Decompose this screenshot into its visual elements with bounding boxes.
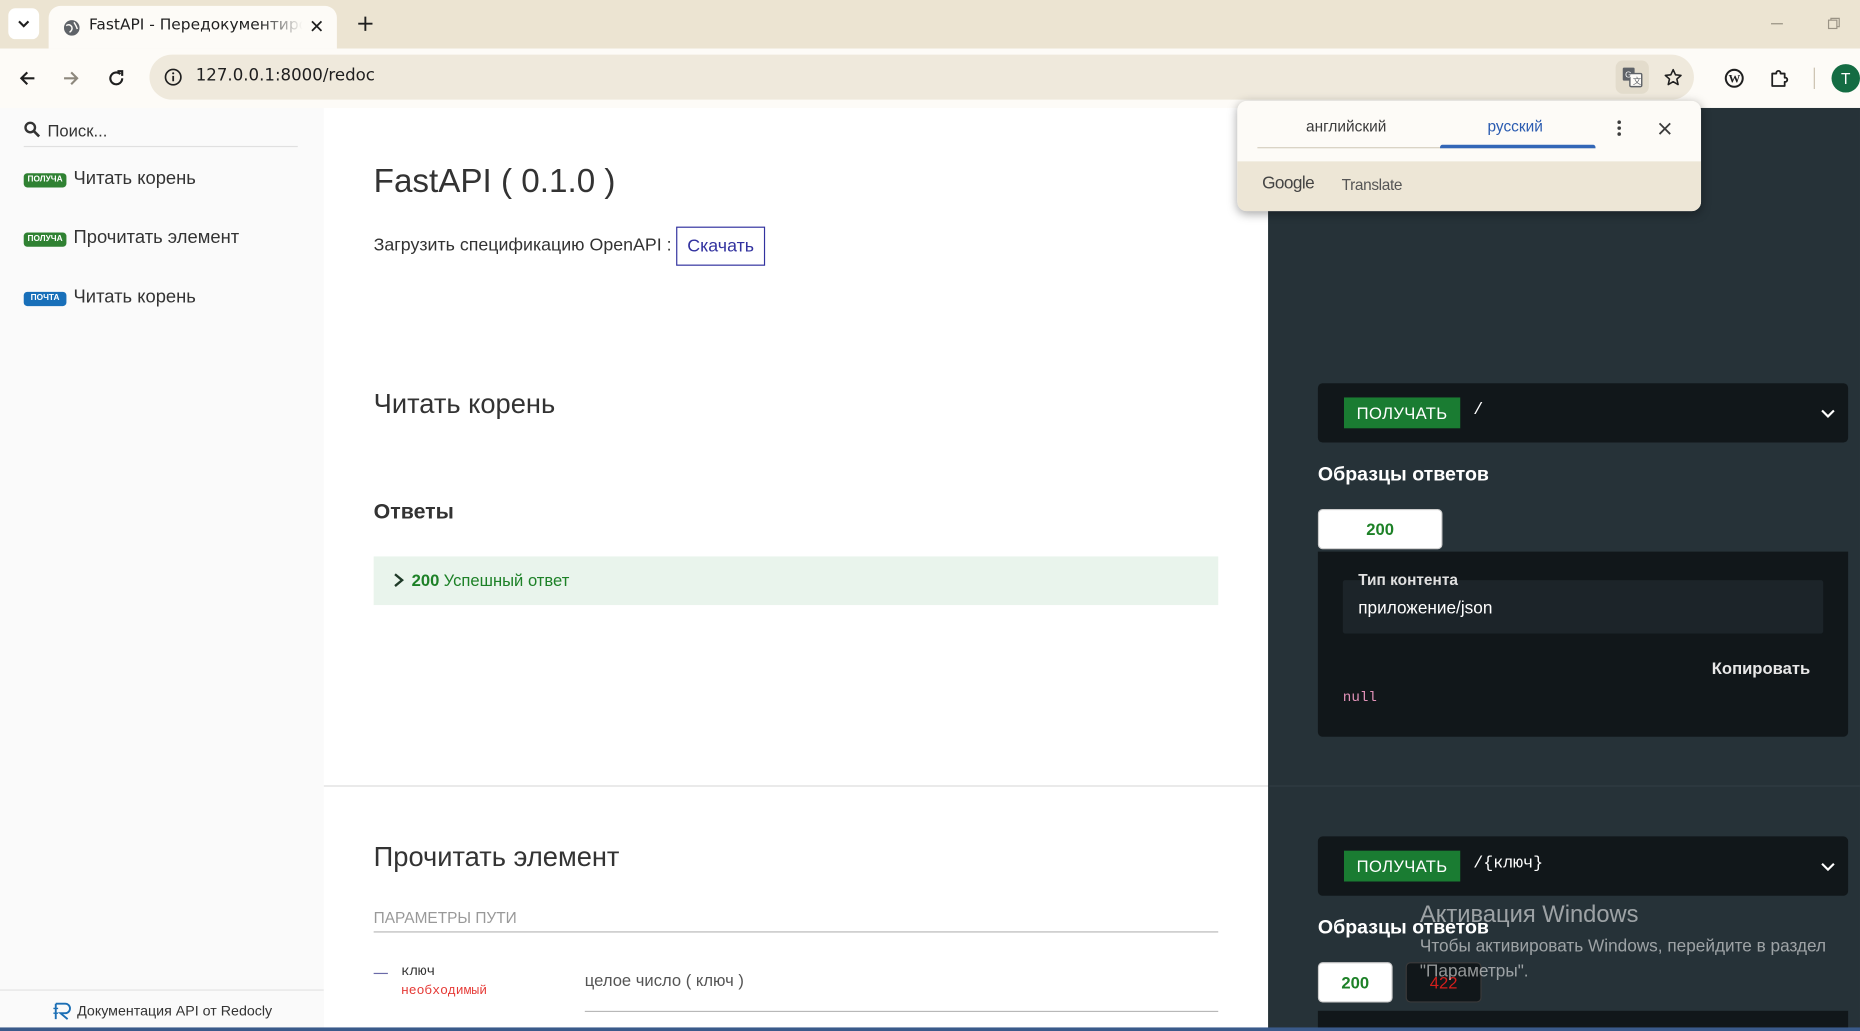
download-spec-button[interactable]: Скачать xyxy=(676,226,766,266)
chevron-down-icon xyxy=(1821,862,1835,872)
endpoint-toggle-item[interactable]: ПОЛУЧАТЬ /{ключ} xyxy=(1317,836,1849,896)
status-tab-200[interactable]: 200 xyxy=(1317,962,1393,1003)
endpoint-toggle-root[interactable]: ПОЛУЧАТЬ / xyxy=(1317,383,1849,443)
search-icon xyxy=(24,121,41,138)
search-input[interactable] xyxy=(47,118,291,143)
path-params-header: ПАРАМЕТРЫ ПУТИ xyxy=(373,909,1219,933)
panel-divider xyxy=(1268,785,1860,787)
api-content: FastAPI ( 0.1.0 ) Загрузить спецификацию… xyxy=(323,107,1269,1031)
endpoint-path: / xyxy=(1473,401,1484,420)
response-samples-title: Образцы ответов xyxy=(1317,917,1489,939)
status-tab-422[interactable]: 422 xyxy=(1405,962,1482,1003)
arrow-left-icon xyxy=(19,71,35,85)
plus-icon xyxy=(358,16,373,31)
google-brand: Google xyxy=(1262,174,1315,194)
tab-title: FastAPI - Передокументировать xyxy=(88,16,303,35)
translate-icon: G文 xyxy=(1622,67,1643,88)
sidebar-item-read-root-get[interactable]: ПОЛУЧА Читать корень xyxy=(23,168,309,196)
taskbar-edge xyxy=(0,1027,1860,1031)
bookmark-star-icon[interactable] xyxy=(1656,61,1689,94)
more-vert-icon[interactable] xyxy=(1606,115,1632,141)
copy-button[interactable]: Копировать xyxy=(1712,658,1810,677)
param-name: ключ xyxy=(400,963,436,980)
method-badge-post: ПОЧТА xyxy=(23,291,67,307)
endpoint-path: /{ключ} xyxy=(1473,854,1544,874)
responses-title: Ответы xyxy=(373,499,454,524)
chevron-down-icon xyxy=(18,20,30,28)
response-samples-title: Образцы ответов xyxy=(1317,463,1489,486)
toolbar-separator xyxy=(1813,67,1815,89)
section-divider xyxy=(323,785,1269,787)
download-spec-label: Загрузить спецификацию OpenAPI : xyxy=(373,234,672,256)
redoc-page: ПОЛУЧА Читать корень ПОЛУЧА Прочитать эл… xyxy=(0,107,1860,1031)
browser-toolbar: 127.0.0.1:8000/redoc G文 W T xyxy=(0,48,1860,108)
site-info-icon[interactable] xyxy=(159,63,187,91)
close-icon[interactable] xyxy=(1651,115,1677,141)
chevron-down-icon xyxy=(1821,409,1835,418)
response-code: 200 xyxy=(411,570,440,590)
translate-popup: английский русский Google Translate xyxy=(1237,100,1702,212)
operation-title: Читать корень xyxy=(373,387,556,419)
globe-icon xyxy=(60,17,81,38)
restore-icon xyxy=(1827,17,1840,30)
url-text: 127.0.0.1:8000/redoc xyxy=(195,66,375,86)
redocly-footer-text: Документация API от Redocly xyxy=(77,1002,273,1020)
response-description: Успешный ответ xyxy=(443,570,570,590)
sidebar-item-label: Читать корень xyxy=(73,287,196,308)
redocly-footer-link[interactable]: Документация API от Redocly xyxy=(0,989,324,1031)
svg-text:G: G xyxy=(1625,70,1631,80)
extension-wordpress-icon[interactable]: W xyxy=(1719,63,1750,94)
new-tab-button[interactable] xyxy=(351,9,379,37)
tab-search-button[interactable] xyxy=(8,8,40,40)
translate-popup-footer: Google Translate xyxy=(1237,161,1702,212)
content-type-value: приложение/json xyxy=(1358,599,1493,619)
param-divider xyxy=(584,1010,1219,1013)
samples-panel: ПОЛУЧАТЬ / Образцы ответов 200 Тип конте… xyxy=(1268,107,1860,1031)
api-title: FastAPI ( 0.1.0 ) xyxy=(373,162,616,200)
method-badge-get: ПОЛУЧА xyxy=(23,173,67,188)
param-tree-line xyxy=(373,972,388,975)
param-required-label: необходимый xyxy=(400,984,488,999)
address-bar[interactable]: 127.0.0.1:8000/redoc G文 xyxy=(149,54,1694,100)
source-language-tab[interactable]: английский xyxy=(1306,117,1386,135)
profile-avatar[interactable]: T xyxy=(1831,64,1860,93)
reload-button[interactable] xyxy=(101,63,132,94)
back-button[interactable] xyxy=(12,63,43,94)
sidebar-search xyxy=(23,117,298,148)
method-badge-get: ПОЛУЧА xyxy=(23,232,67,247)
window-minimize-button[interactable] xyxy=(1765,12,1789,36)
window-restore-button[interactable] xyxy=(1822,12,1846,36)
browser-tab-active[interactable]: FastAPI - Передокументировать xyxy=(48,5,337,49)
redocly-logo-icon xyxy=(53,1002,71,1020)
forward-button[interactable] xyxy=(56,63,87,94)
arrow-right-icon xyxy=(64,71,79,85)
svg-text:W: W xyxy=(1729,72,1741,86)
sidebar: ПОЛУЧА Читать корень ПОЛУЧА Прочитать эл… xyxy=(0,107,324,1031)
sidebar-item-read-root-post[interactable]: ПОЧТА Читать корень xyxy=(23,287,309,315)
chevron-right-icon xyxy=(394,573,404,588)
http-method-pill: ПОЛУЧАТЬ xyxy=(1343,850,1461,882)
sidebar-item-read-item-get[interactable]: ПОЛУЧА Прочитать элемент xyxy=(23,227,309,256)
http-method-pill: ПОЛУЧАТЬ xyxy=(1343,397,1461,429)
sidebar-item-label: Читать корень xyxy=(73,168,196,189)
sample-json-value: null xyxy=(1342,689,1377,706)
active-language-indicator xyxy=(1440,144,1596,149)
tab-close-icon[interactable] xyxy=(306,15,327,36)
sidebar-item-label: Прочитать элемент xyxy=(73,227,240,248)
minimize-icon xyxy=(1771,23,1783,25)
status-tab-200[interactable]: 200 xyxy=(1317,508,1443,550)
response-sample-box: Тип контента приложение/json Копировать … xyxy=(1317,551,1849,737)
content-type-label: Тип контента xyxy=(1358,570,1458,589)
extensions-puzzle-icon[interactable] xyxy=(1764,63,1795,94)
target-language-tab[interactable]: русский xyxy=(1488,117,1543,135)
reload-icon xyxy=(109,70,124,86)
svg-text:文: 文 xyxy=(1633,76,1642,86)
param-type: целое число ( ключ ) xyxy=(584,970,744,990)
browser-tab-strip: FastAPI - Передокументировать xyxy=(0,0,1860,49)
translate-page-button[interactable]: G文 xyxy=(1615,60,1649,94)
operation-title: Прочитать элемент xyxy=(373,841,620,873)
response-200-row[interactable]: 200 Успешный ответ xyxy=(373,556,1219,606)
translate-brand: Translate xyxy=(1341,175,1403,194)
